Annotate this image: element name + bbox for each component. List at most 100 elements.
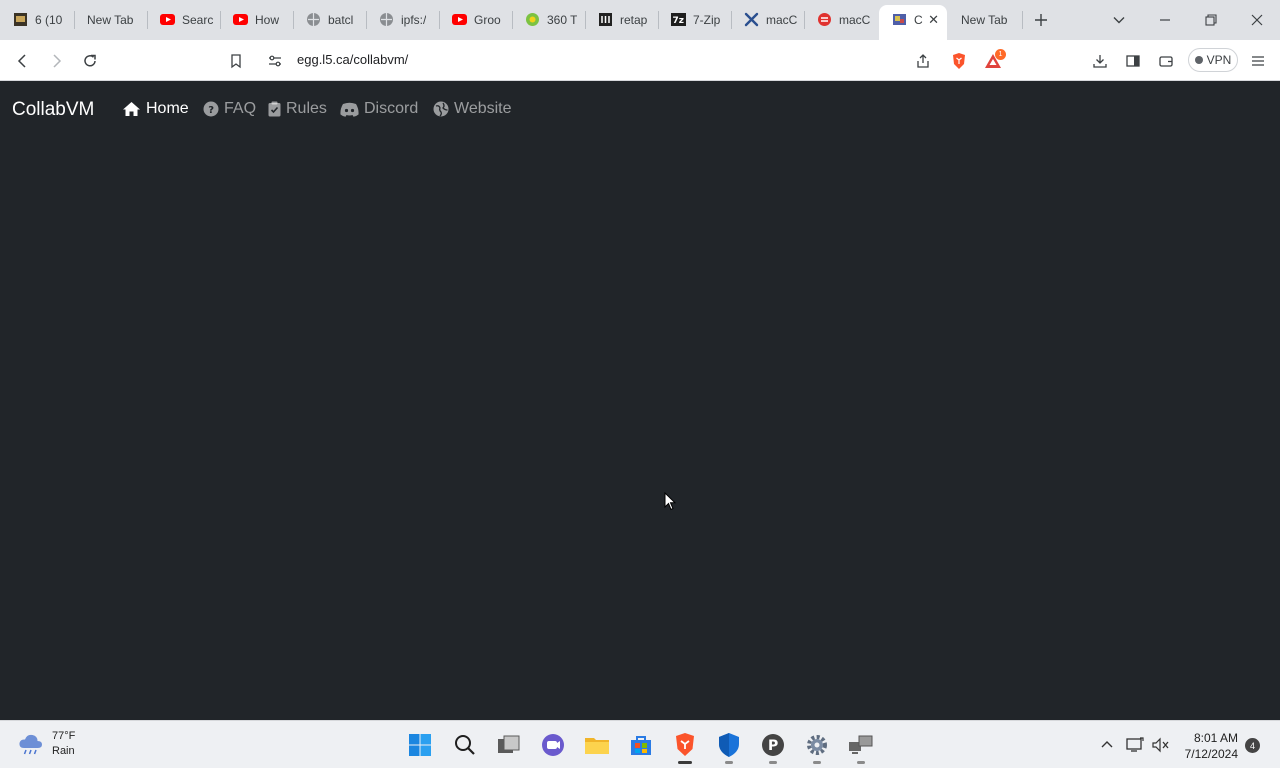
tab-label: 6 (10: [35, 12, 63, 27]
proton-app[interactable]: P: [758, 730, 788, 764]
360-favicon-icon: [525, 12, 540, 27]
settings-app[interactable]: [802, 730, 832, 764]
tab-strip: 6 (10 New Tab Searc How batcl ipfs:/ Gro…: [0, 0, 1280, 40]
tab-label: retap: [620, 12, 648, 27]
network-icon: [1126, 737, 1144, 752]
tab-3[interactable]: Searc: [147, 5, 220, 34]
nav-discord[interactable]: Discord: [340, 100, 418, 118]
volume-button[interactable]: [1151, 735, 1171, 755]
collabvm-favicon-icon: [892, 12, 907, 27]
mouse-cursor-icon: [664, 492, 676, 511]
tab-13-active[interactable]: C ✕: [879, 5, 947, 40]
bookmark-icon: [231, 54, 241, 69]
file-explorer-app[interactable]: [582, 730, 612, 760]
nav-home[interactable]: Home: [122, 100, 189, 118]
brave-shields-button[interactable]: [946, 48, 972, 74]
7zip-favicon-icon: 7z: [671, 12, 686, 27]
minimize-icon: [1160, 19, 1170, 21]
home-icon: [123, 102, 140, 116]
shield-icon: [719, 733, 739, 757]
vm-app[interactable]: [846, 730, 876, 764]
discord-icon: [340, 102, 359, 117]
red-favicon-icon: [817, 12, 832, 27]
site-navbar: CollabVM Home ? FAQ Rules Discord Websit…: [0, 81, 1280, 137]
tab-10[interactable]: 7z 7-Zip: [658, 5, 731, 34]
close-tab-icon[interactable]: ✕: [928, 12, 939, 28]
notification-badge[interactable]: 4: [1245, 738, 1260, 753]
restore-button[interactable]: [1199, 8, 1223, 32]
tab-label: Searc: [182, 12, 214, 27]
system-clock[interactable]: 8:01 AM 7/12/2024: [1180, 730, 1238, 762]
tab-label: macC: [766, 12, 798, 27]
globe-icon: [433, 101, 449, 117]
tab-6[interactable]: ipfs:/: [366, 5, 439, 34]
share-icon: [917, 54, 929, 68]
brave-browser-app[interactable]: [670, 730, 700, 764]
nav-faq[interactable]: ? FAQ: [203, 100, 256, 118]
tune-icon: [269, 55, 281, 67]
site-brand[interactable]: CollabVM: [12, 99, 94, 121]
back-button[interactable]: [10, 48, 36, 74]
tab-4[interactable]: How: [220, 5, 293, 34]
brave-rewards-button[interactable]: 1: [981, 48, 1007, 74]
windows-logo-icon: [409, 734, 431, 756]
clock-date: 7/12/2024: [1184, 747, 1238, 761]
task-view-button[interactable]: [494, 730, 524, 760]
tab-9[interactable]: retap: [585, 5, 658, 34]
tab-7[interactable]: Groo: [439, 5, 512, 34]
svg-text:?: ?: [208, 105, 214, 116]
chat-app[interactable]: [538, 730, 568, 760]
globe-favicon-icon: [306, 12, 321, 27]
close-window-button[interactable]: [1245, 8, 1269, 32]
sidebar-button[interactable]: [1120, 48, 1146, 74]
share-button[interactable]: [910, 48, 936, 74]
tab-label: ipfs:/: [401, 12, 427, 27]
nav-website[interactable]: Website: [433, 100, 512, 118]
weather-widget[interactable]: 77°F Rain: [18, 729, 75, 759]
tab-label: macC: [839, 12, 871, 27]
tab-14[interactable]: New Tab: [948, 5, 1022, 34]
wallet-button[interactable]: [1153, 48, 1179, 74]
reload-button[interactable]: [77, 48, 103, 74]
forward-button[interactable]: [43, 48, 69, 74]
taskbar-search-button[interactable]: [450, 730, 480, 760]
new-tab-button[interactable]: [1029, 8, 1053, 32]
windows-taskbar: 77°F Rain P 8:01 AM 7/12/2024 4: [0, 720, 1280, 768]
rewards-badge: 1: [995, 49, 1006, 60]
bookmark-button[interactable]: [223, 48, 249, 74]
site-info-button[interactable]: [262, 48, 288, 74]
tab-1[interactable]: 6 (10: [0, 5, 74, 34]
svg-text:7z: 7z: [673, 16, 685, 26]
p-logo-icon: P: [762, 734, 784, 756]
archive-favicon-icon: [598, 12, 613, 27]
question-circle-icon: ?: [203, 101, 219, 117]
tray-overflow-button[interactable]: [1097, 735, 1117, 755]
tab-label: batcl: [328, 12, 354, 27]
vpn-button[interactable]: VPN: [1188, 48, 1238, 72]
vpn-status-icon: [1194, 56, 1203, 64]
tab-2[interactable]: New Tab: [74, 5, 148, 34]
vpn-label: VPN: [1206, 53, 1232, 67]
store-app[interactable]: [626, 730, 656, 760]
minimize-button[interactable]: [1153, 8, 1177, 32]
address-bar-url[interactable]: egg.l5.ca/collabvm/: [297, 52, 408, 67]
tab-11[interactable]: macC: [731, 5, 804, 34]
defender-app[interactable]: [714, 730, 744, 764]
tab-12[interactable]: macC: [804, 5, 878, 34]
browser-toolbar: egg.l5.ca/collabvm/ 1 VPN: [0, 40, 1280, 81]
start-button[interactable]: [405, 730, 435, 760]
folder-icon: [585, 738, 609, 754]
menu-button[interactable]: [1245, 48, 1271, 74]
youtube-favicon-icon: [233, 12, 248, 27]
tab-label: How: [255, 12, 280, 27]
tab-5[interactable]: batcl: [293, 5, 366, 34]
game-favicon-icon: [13, 12, 28, 27]
svg-text:P: P: [768, 738, 778, 754]
nav-rules[interactable]: Rules: [268, 100, 327, 118]
rain-cloud-icon: [19, 734, 42, 755]
network-button[interactable]: [1125, 735, 1145, 755]
tab-search-button[interactable]: [1107, 8, 1131, 32]
x-favicon-icon: [744, 12, 759, 27]
downloads-button[interactable]: [1087, 48, 1113, 74]
tab-8[interactable]: 360 T: [512, 5, 585, 34]
